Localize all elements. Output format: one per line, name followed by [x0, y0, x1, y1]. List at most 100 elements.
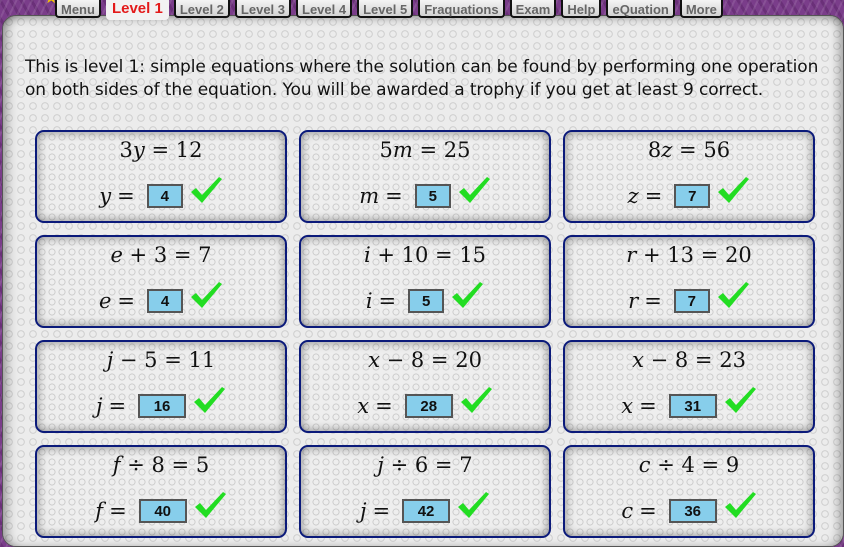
equals-sign: =	[164, 348, 182, 372]
tab-help[interactable]: Help	[561, 0, 602, 18]
answer-variable: j	[95, 394, 103, 418]
equation-rhs: 15	[459, 243, 487, 267]
answer-input[interactable]	[668, 394, 717, 418]
check-icon	[718, 177, 750, 203]
equals-sign: =	[430, 348, 449, 372]
equals-sign: =	[434, 453, 453, 477]
equation-rhs: 25	[443, 138, 471, 162]
equation: j − 5 = 11	[37, 348, 285, 372]
equation-lhs: c ÷ 4	[638, 453, 695, 477]
equation-lhs: 8z	[647, 138, 673, 162]
answer-variable: x	[357, 394, 370, 418]
question-card: 5m = 25 m =	[299, 130, 551, 223]
equals-sign: =	[385, 184, 403, 208]
answer-variable: f	[95, 499, 104, 523]
answer-row: x =	[565, 387, 813, 424]
answer-row: x =	[301, 387, 549, 424]
equation: c ÷ 4 = 9	[565, 453, 813, 477]
answer-row: y =	[37, 177, 285, 214]
answer-input[interactable]	[402, 499, 451, 523]
check-icon	[724, 387, 756, 413]
tab-exam[interactable]: Exam	[509, 0, 557, 18]
tab-level-3[interactable]: Level 3	[234, 0, 292, 18]
tab-fraquations[interactable]: Fraquations	[418, 0, 505, 18]
equation: e + 3 = 7	[37, 243, 285, 267]
equals-sign: =	[679, 138, 697, 162]
question-card: x − 8 = 20 x =	[299, 340, 551, 433]
equation: x − 8 = 23	[565, 348, 813, 372]
answer-input[interactable]	[147, 289, 184, 313]
answer-row: m =	[301, 177, 549, 214]
equals-sign: =	[644, 289, 662, 313]
equation: 5m = 25	[301, 138, 549, 162]
answer-variable: x	[621, 394, 634, 418]
top-navigation: Menu Level 1 Level 2 Level 3 Level 4 Level 5F…	[55, 0, 723, 20]
check-icon	[191, 282, 223, 308]
level-description: This is level 1: simple equations where …	[25, 57, 819, 100]
check-icon	[194, 492, 226, 518]
tab-level-5[interactable]: Level 5	[357, 0, 414, 18]
tab-equation[interactable]: eQuation	[606, 0, 675, 18]
check-icon	[452, 282, 484, 308]
equation: r + 13 = 20	[565, 243, 813, 267]
tab-level-4[interactable]: Level 4	[296, 0, 353, 18]
answer-input[interactable]	[674, 184, 711, 208]
equals-sign: =	[151, 138, 170, 162]
answer-input[interactable]	[408, 289, 445, 313]
equals-sign: =	[171, 453, 190, 477]
answer-input[interactable]	[673, 289, 710, 313]
equation-rhs: 9	[725, 453, 740, 477]
question-card: 3y = 12 y =	[35, 130, 287, 223]
answer-input[interactable]	[146, 184, 183, 208]
equation-lhs: 5m	[379, 138, 413, 162]
equation-rhs: 7	[198, 243, 212, 267]
question-card: i + 10 = 15 i =	[299, 235, 551, 328]
tab-level-2[interactable]: Level 2	[173, 0, 230, 18]
equation-rhs: 12	[175, 138, 203, 162]
answer-row: j =	[37, 387, 285, 424]
answer-row: r =	[565, 282, 813, 319]
check-icon	[194, 387, 226, 413]
answer-input[interactable]	[138, 499, 187, 523]
content-panel: This is level 1: simple equations where …	[2, 15, 844, 547]
answer-variable: y	[99, 184, 112, 208]
answer-input[interactable]	[138, 394, 187, 418]
equation-rhs: 7	[459, 453, 473, 477]
equation-lhs: 3y	[119, 138, 145, 162]
equation: f ÷ 8 = 5	[37, 453, 285, 477]
answer-variable: e	[98, 289, 112, 313]
equation-lhs: j − 5	[106, 348, 158, 372]
check-icon	[190, 177, 222, 203]
answer-row: i =	[301, 282, 549, 319]
question-card: f ÷ 8 = 5 f =	[35, 445, 287, 538]
equation-rhs: 5	[195, 453, 210, 477]
answer-input[interactable]	[668, 499, 717, 523]
equation: x − 8 = 20	[301, 348, 549, 372]
question-card: x − 8 = 23 x =	[563, 340, 815, 433]
equals-sign: =	[701, 453, 720, 477]
tab-more[interactable]: More	[679, 0, 723, 18]
equation-lhs: j ÷ 6	[377, 453, 429, 477]
tab-level-1[interactable]: Level 1	[105, 0, 169, 20]
answer-row: f =	[37, 492, 285, 529]
tab-menu[interactable]: Menu	[55, 0, 101, 18]
equation-rhs: 11	[188, 348, 216, 372]
equals-sign: =	[108, 394, 127, 418]
equation-lhs: i + 10	[363, 243, 429, 267]
check-icon	[460, 387, 492, 413]
equals-sign: =	[639, 499, 657, 523]
answer-row: e =	[37, 282, 285, 319]
equals-sign: =	[372, 499, 391, 523]
answer-input[interactable]	[404, 394, 453, 418]
equals-sign: =	[117, 184, 135, 208]
equation-lhs: r + 13	[626, 243, 694, 267]
equation-rhs: 20	[455, 348, 482, 372]
answer-input[interactable]	[414, 184, 451, 208]
equation-lhs: f ÷ 8	[112, 453, 165, 477]
answer-variable: m	[359, 184, 380, 208]
answer-variable: r	[628, 289, 639, 313]
equation-rhs: 56	[703, 138, 731, 162]
equals-sign: =	[117, 289, 136, 313]
answer-row: z =	[565, 177, 813, 214]
equals-sign: =	[435, 243, 453, 267]
